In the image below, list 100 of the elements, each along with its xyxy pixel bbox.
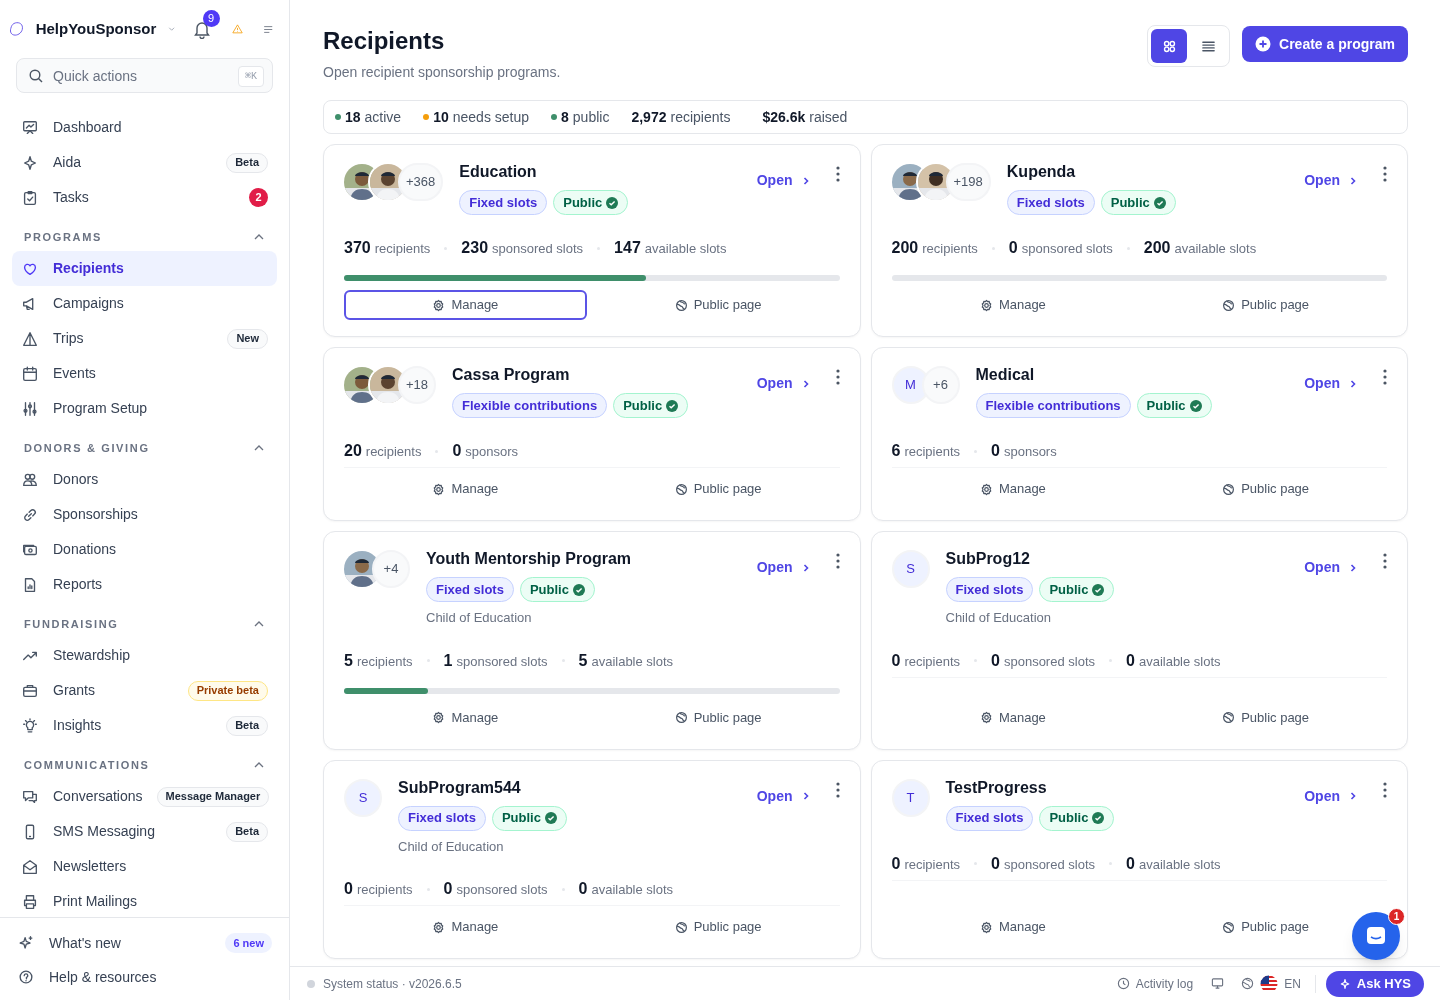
nav-item[interactable]: What's new 6 new — [12, 926, 277, 960]
grid-view-button[interactable] — [1151, 29, 1188, 63]
public-page-button[interactable]: Public page — [1212, 702, 1320, 733]
check-circle-icon — [1092, 812, 1105, 824]
help-icon — [17, 968, 35, 986]
more-options-icon[interactable] — [835, 781, 840, 798]
manage-button[interactable]: Manage — [422, 474, 509, 504]
stat-label: available slots — [591, 881, 674, 899]
nav-item[interactable]: Help & resources — [12, 960, 277, 994]
nav-item[interactable]: Recipients — [12, 251, 277, 286]
tag: Fixed slots — [945, 577, 1034, 602]
stat-label: recipients — [904, 443, 961, 461]
nav-item[interactable]: Sponsorships — [12, 497, 277, 532]
manage-button[interactable]: Manage — [344, 290, 587, 320]
nav-item[interactable]: SMS Messaging Beta — [12, 814, 277, 849]
more-options-icon[interactable] — [835, 369, 840, 385]
nav-item[interactable]: Trips New — [12, 321, 277, 356]
badge: Beta — [226, 715, 268, 736]
open-link[interactable]: Open — [756, 373, 811, 394]
stat-value: 0 — [1008, 238, 1018, 258]
globe-icon — [674, 711, 688, 724]
open-link[interactable]: Open — [1304, 373, 1358, 394]
status-label: active — [364, 107, 402, 127]
public-page-button[interactable]: Public page — [1212, 290, 1320, 320]
avatar: T — [891, 778, 930, 817]
manage-button[interactable]: Manage — [969, 290, 1056, 320]
chevron-right-icon — [1348, 175, 1358, 186]
public-page-button[interactable]: Public page — [664, 702, 772, 733]
stat-value: 1 — [443, 650, 453, 671]
public-page-button[interactable]: Public page — [664, 912, 772, 942]
more-options-icon[interactable] — [1383, 781, 1387, 798]
manage-button[interactable]: Manage — [969, 474, 1056, 504]
globe-icon — [1222, 482, 1236, 496]
stat-value: 0 — [991, 650, 1000, 671]
nav-item[interactable]: Donations — [12, 532, 277, 567]
tag: Fixed slots — [945, 805, 1034, 831]
chart-board-icon — [21, 118, 39, 137]
nav-item[interactable]: Donors — [12, 462, 277, 497]
open-link[interactable]: Open — [1304, 557, 1358, 578]
activity-log-link[interactable]: Activity log — [1135, 974, 1194, 993]
total-value: 2,972 — [631, 107, 667, 127]
manage-button[interactable]: Manage — [422, 912, 509, 942]
nav-item[interactable]: Tasks 2 — [12, 180, 277, 215]
nav-item[interactable]: Events — [12, 356, 277, 391]
tag: Public — [1039, 805, 1115, 831]
gear-icon — [432, 482, 446, 496]
tag: Public — [1039, 577, 1115, 602]
public-page-button[interactable]: Public page — [1212, 912, 1320, 942]
more-options-icon[interactable] — [1383, 166, 1387, 182]
open-link[interactable]: Open — [756, 557, 811, 578]
printer-icon — [21, 892, 39, 911]
create-program-button[interactable]: Create a program — [1242, 26, 1408, 62]
nav-item[interactable]: Campaigns — [12, 286, 277, 321]
manage-button[interactable]: Manage — [422, 702, 509, 733]
section-heading: PROGRAMS — [24, 229, 102, 245]
stat-label: recipients — [904, 855, 961, 874]
more-count: +198 — [945, 163, 991, 201]
nav-item[interactable]: Conversations Message Manager — [12, 779, 277, 814]
page-subtitle: Open recipient sponsorship programs. — [323, 63, 562, 82]
public-page-button[interactable]: Public page — [664, 474, 772, 504]
public-page-button[interactable]: Public page — [1212, 474, 1320, 504]
stat-value: 0 — [443, 879, 453, 899]
more-options-icon[interactable] — [1383, 553, 1387, 569]
stat-label: sponsored slots — [492, 240, 584, 258]
badge: Beta — [226, 152, 268, 173]
nav-item[interactable]: Program Setup — [12, 391, 277, 426]
section-heading: DONORS & GIVING — [24, 440, 150, 456]
nav-item[interactable]: Grants Private beta — [12, 673, 277, 708]
more-options-icon[interactable] — [835, 166, 840, 182]
nav-item[interactable]: Reports — [12, 567, 277, 602]
globe-icon — [1222, 298, 1236, 312]
monitor-icon[interactable] — [1211, 977, 1225, 990]
open-link[interactable]: Open — [1304, 785, 1358, 807]
parent-program-text: Child of Education — [426, 609, 533, 627]
open-link[interactable]: Open — [756, 785, 811, 807]
program-title: Kupenda — [1006, 162, 1077, 182]
system-status-link[interactable]: System status · v2026.6.5 — [323, 974, 462, 993]
manage-button[interactable]: Manage — [969, 702, 1056, 733]
app-name[interactable]: HelpYouSponsor — [35, 17, 157, 41]
globe-icon[interactable] — [1241, 977, 1255, 990]
nav-item[interactable]: Aida Beta — [12, 145, 277, 180]
language-selector[interactable]: EN — [1284, 974, 1301, 993]
check-circle-icon — [666, 399, 679, 412]
nav-item[interactable]: Dashboard — [12, 110, 277, 145]
stat-label: sponsors — [465, 443, 519, 461]
nav-item[interactable]: Newsletters — [12, 849, 277, 884]
more-options-icon[interactable] — [1383, 369, 1387, 385]
nav-item[interactable]: Print Mailings — [12, 884, 277, 917]
public-page-button[interactable]: Public page — [664, 290, 772, 320]
open-link[interactable]: Open — [756, 170, 811, 191]
nav-item[interactable]: Insights Beta — [12, 708, 277, 743]
stat-label: recipients — [922, 240, 978, 258]
more-options-icon[interactable] — [835, 553, 840, 569]
triangle-icon — [21, 329, 39, 348]
ask-hys-button[interactable]: Ask HYS — [1325, 970, 1424, 997]
open-link[interactable]: Open — [1304, 170, 1358, 191]
flag-icon[interactable] — [1260, 974, 1279, 993]
clock-icon — [1116, 977, 1130, 990]
manage-button[interactable]: Manage — [969, 912, 1056, 942]
nav-item[interactable]: Stewardship — [12, 638, 277, 673]
